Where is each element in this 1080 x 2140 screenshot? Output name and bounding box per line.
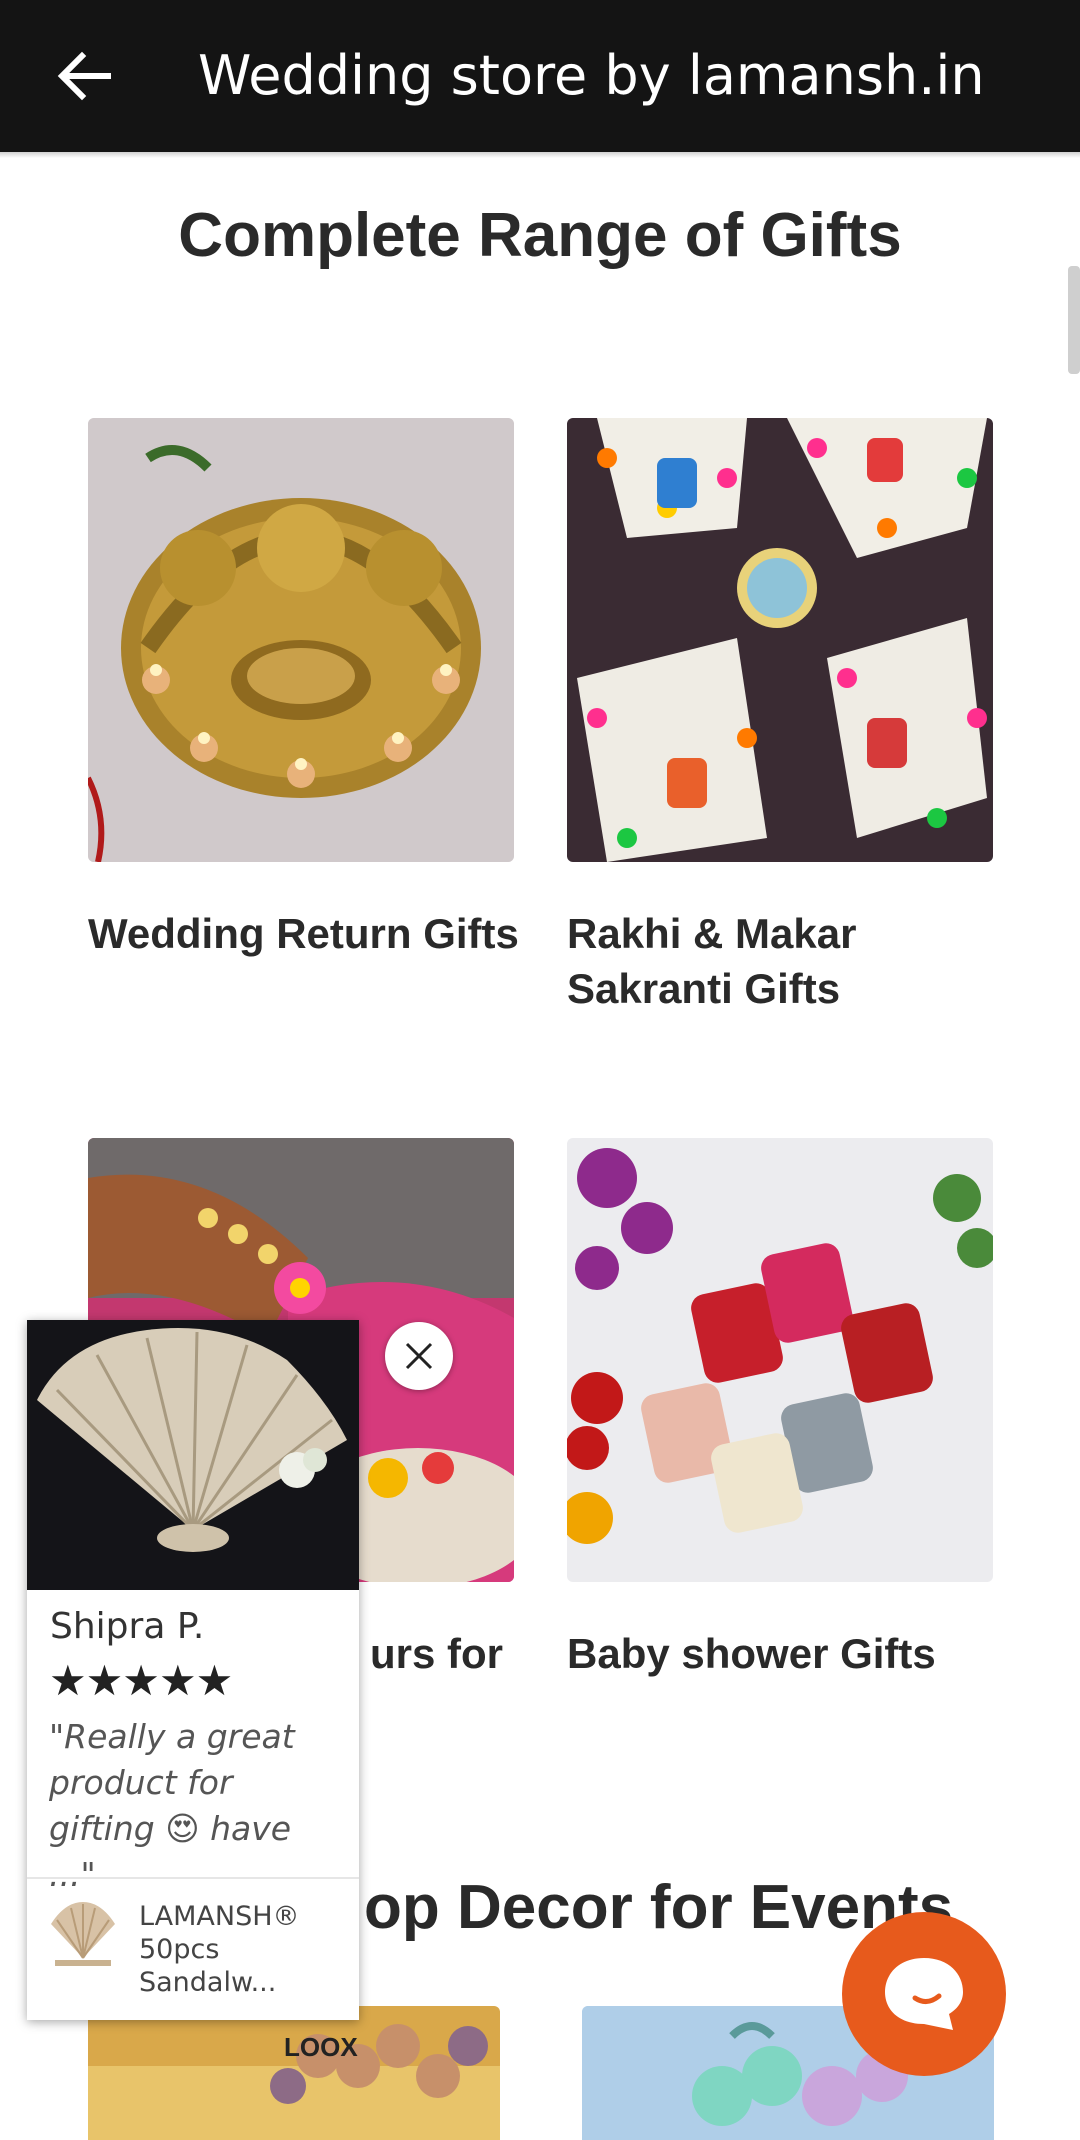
scrollbar[interactable] (1068, 266, 1080, 374)
chat-bubble-icon (885, 1958, 963, 2030)
review-product-image (27, 1320, 359, 1590)
header-shadow (0, 152, 1080, 158)
card-label-baby-shower-gifts[interactable]: Baby shower Gifts (567, 1626, 1007, 1681)
chat-button[interactable] (842, 1912, 1006, 2076)
card-label-rakhi-gifts[interactable]: Rakhi & Makar Sakranti Gifts (567, 906, 1007, 1016)
card-image-rakhi-gifts[interactable] (567, 418, 993, 862)
divider (27, 1877, 359, 1879)
product-name[interactable]: LAMANSH® 50pcs Sandalw... (139, 1900, 339, 1999)
close-popup-button[interactable] (385, 1322, 453, 1390)
arrow-left-icon (57, 51, 111, 101)
card-image-baby-shower-gifts[interactable] (567, 1138, 993, 1582)
star-rating: ★★★★★ (49, 1657, 233, 1704)
back-button[interactable] (44, 38, 124, 114)
page-title: Wedding store by lamansh.in (198, 44, 985, 107)
card-image-wedding-return-gifts[interactable] (88, 418, 514, 862)
review-popup[interactable]: Shipra P. ★★★★★ "Really a great product … (27, 1320, 359, 2020)
decor-image-balloons-gold[interactable]: LOOX (88, 2006, 500, 2140)
reviewer-name: Shipra P. (50, 1606, 205, 1647)
loox-badge: LOOX (284, 2032, 358, 2062)
card-label-wedding-return-gifts[interactable]: Wedding Return Gifts (88, 906, 528, 961)
review-text: "Really a great product for gifting 😍 ha… (49, 1717, 295, 1894)
app-header: Wedding store by lamansh.in (0, 0, 1080, 152)
section-title-gifts: Complete Range of Gifts (178, 201, 902, 270)
close-icon (405, 1342, 433, 1370)
product-thumbnail[interactable] (47, 1898, 119, 1970)
